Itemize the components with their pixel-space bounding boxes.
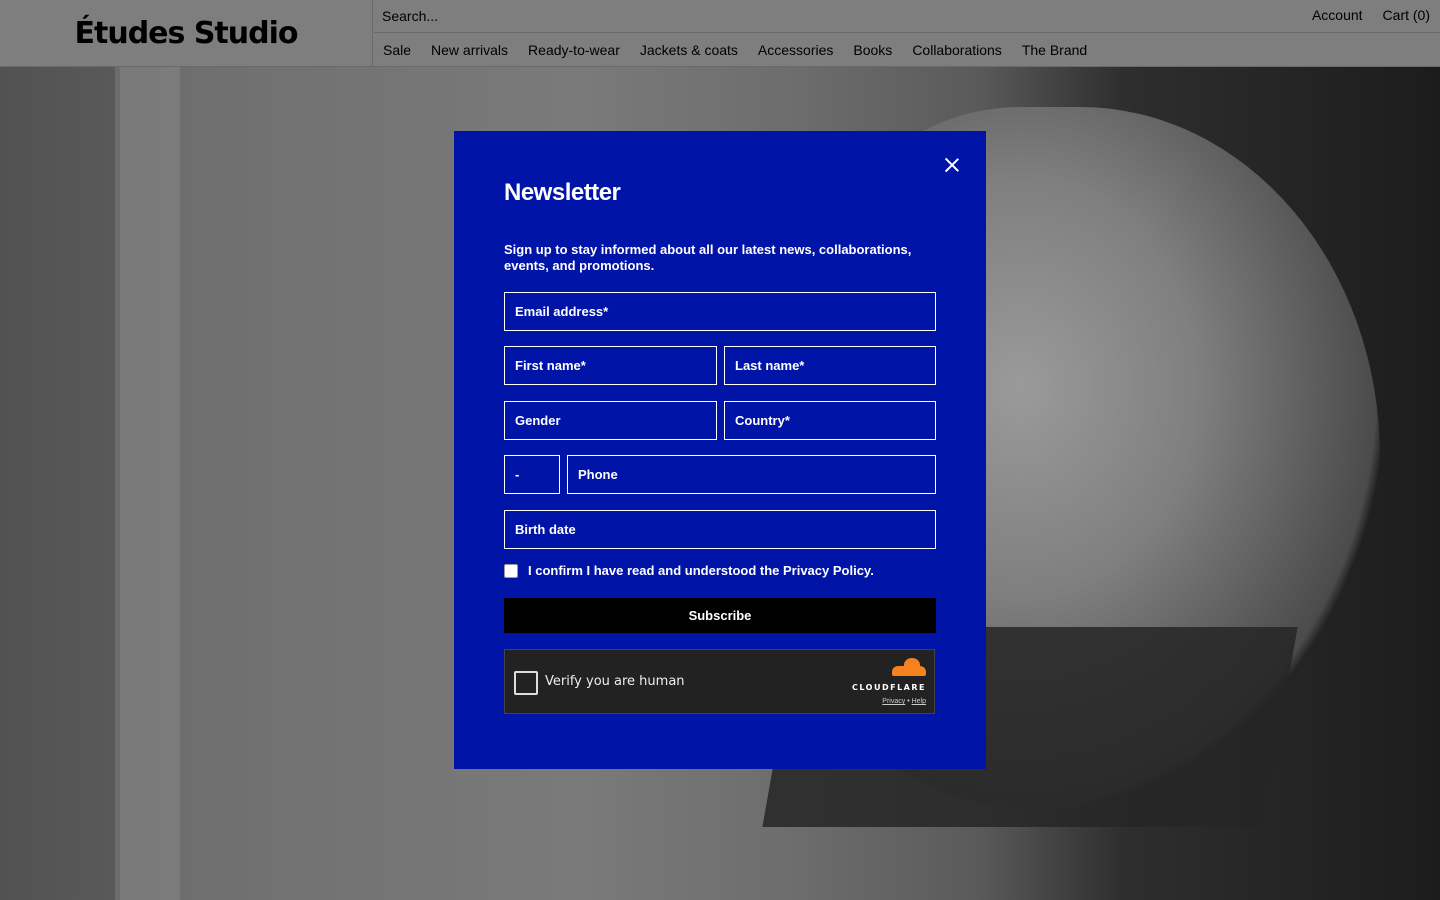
search-row: Account Cart (0) <box>374 0 1440 33</box>
privacy-consent: I confirm I have read and understood the… <box>504 563 874 578</box>
captcha-privacy-link[interactable]: Privacy <box>882 698 905 705</box>
nav-item-jackets-coats[interactable]: Jackets & coats <box>640 42 738 58</box>
nav-item-books[interactable]: Books <box>853 42 892 58</box>
close-icon[interactable] <box>942 155 962 175</box>
captcha-link-separator: • <box>907 698 910 705</box>
nav-item-new-arrivals[interactable]: New arrivals <box>431 42 508 58</box>
cart-link[interactable]: Cart (0) <box>1383 7 1430 23</box>
nav-item-the-brand[interactable]: The Brand <box>1022 42 1087 58</box>
cloudflare-wordmark: CLOUDFLARE <box>852 683 926 692</box>
nav-item-collaborations[interactable]: Collaborations <box>912 42 1002 58</box>
gender-select[interactable]: Gender <box>504 401 717 440</box>
last-name-field[interactable] <box>724 346 936 385</box>
main-nav: Sale New arrivals Ready-to-wear Jackets … <box>374 34 1087 66</box>
hero-pillar <box>120 67 180 900</box>
first-name-field[interactable] <box>504 346 717 385</box>
cloud-icon <box>892 658 926 676</box>
top-links: Account Cart (0) <box>1312 7 1430 23</box>
nav-item-accessories[interactable]: Accessories <box>758 42 833 58</box>
search-input[interactable] <box>382 5 982 27</box>
captcha-help-link[interactable]: Help <box>912 698 926 705</box>
nav-item-ready-to-wear[interactable]: Ready-to-wear <box>528 42 620 58</box>
consent-checkbox[interactable] <box>504 563 518 578</box>
site-logo[interactable]: Études Studio <box>0 0 373 66</box>
account-link[interactable]: Account <box>1312 7 1363 23</box>
birth-date-field[interactable] <box>504 510 936 549</box>
country-select[interactable]: Country* <box>724 401 936 440</box>
consent-label[interactable]: I confirm I have read and understood the… <box>528 563 874 578</box>
hero-shadow-left <box>0 67 115 900</box>
subscribe-button[interactable]: Subscribe <box>504 598 936 633</box>
newsletter-modal: Newsletter Sign up to stay informed abou… <box>454 131 986 769</box>
email-field[interactable] <box>504 292 936 331</box>
captcha-checkbox[interactable] <box>514 671 538 695</box>
captcha-label: Verify you are human <box>545 674 685 689</box>
captcha-links: Privacy • Help <box>846 698 926 705</box>
phone-prefix-select[interactable]: - <box>504 455 560 494</box>
cloudflare-logo: CLOUDFLARE Privacy • Help <box>846 658 926 705</box>
phone-field[interactable] <box>567 455 936 494</box>
nav-item-sale[interactable]: Sale <box>383 42 411 58</box>
modal-title: Newsletter <box>504 179 621 206</box>
modal-description: Sign up to stay informed about all our l… <box>504 242 912 273</box>
cloudflare-captcha: Verify you are human CLOUDFLARE Privacy … <box>504 649 935 714</box>
site-header: Études Studio Account Cart (0) Sale New … <box>0 0 1440 67</box>
